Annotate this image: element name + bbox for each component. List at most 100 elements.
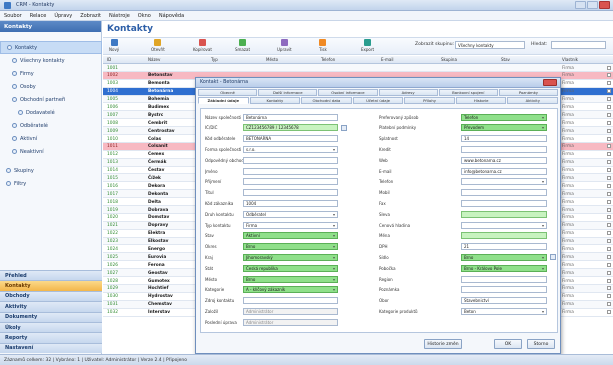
row-checkbox[interactable] [607,215,611,220]
tree-item[interactable]: Aktivní [0,132,102,145]
field-input[interactable]: Beton [461,307,547,315]
field-input[interactable]: BETONARNA [243,135,338,143]
field-input[interactable]: Administrátor [243,318,338,326]
row-checkbox[interactable] [607,65,611,70]
row-checkbox[interactable] [607,207,611,212]
field-input[interactable] [461,232,547,240]
field-input[interactable] [461,275,547,283]
nav-button[interactable]: Obchody [0,290,102,302]
menu-item[interactable]: Úpravy [54,13,72,19]
field-input[interactable]: www.betonarna.cz [461,156,547,164]
row-checkbox[interactable] [607,199,611,204]
dialog-tab[interactable]: Kontakty [249,97,301,104]
field-input[interactable]: Aktivní [243,232,338,240]
toolbar-button[interactable]: Otevřít [151,39,165,55]
row-checkbox[interactable] [607,128,611,133]
row-checkbox[interactable] [607,81,611,86]
toolbar-button[interactable]: Smazat [235,39,250,55]
field-input[interactable]: Jihomoravský [243,253,338,261]
filter-select[interactable]: Všechny kontakty [455,41,525,49]
column-header[interactable]: Skupina [441,57,457,62]
field-input[interactable]: Betonárna [243,113,338,121]
dialog-tab[interactable]: Historie [455,97,507,104]
column-header[interactable]: Vlastník [562,57,578,62]
column-header[interactable]: Název [148,57,160,62]
row-checkbox[interactable] [607,302,611,307]
row-checkbox[interactable] [607,160,611,165]
menu-item[interactable]: Nástroje [109,13,130,19]
field-input[interactable]: Brno [243,243,338,251]
nav-button[interactable]: Aktivity [0,301,102,312]
row-checkbox[interactable] [607,310,611,315]
tree-item[interactable]: Osoby [0,80,102,93]
field-input[interactable] [461,178,547,186]
dialog-tab[interactable]: Obecné [198,89,258,96]
menu-item[interactable]: Soubor [4,13,22,19]
tree-item[interactable]: Kontakty [0,41,102,54]
field-input[interactable] [243,167,338,175]
toolbar-button[interactable]: Tisk [319,39,327,55]
nav-button[interactable]: Reporty [0,332,102,343]
field-input[interactable]: Brno - Královo Pole [461,264,547,272]
column-header[interactable]: E-mail [381,57,394,62]
row-checkbox[interactable] [607,136,611,141]
tree-item[interactable]: Filtry [0,177,102,190]
field-input[interactable] [461,145,547,153]
row-checkbox[interactable] [607,97,611,102]
field-input[interactable]: info@betonarna.cz [461,167,547,175]
nav-button[interactable]: Dokumenty [0,311,102,322]
row-checkbox[interactable] [607,231,611,236]
field-input[interactable]: Administrátor [243,307,338,315]
row-checkbox[interactable] [607,223,611,228]
menu-item[interactable]: Relace [30,13,47,19]
field-input[interactable]: Odběratel [243,210,338,218]
field-input[interactable] [243,178,338,186]
column-header[interactable]: Město [266,57,278,62]
row-checkbox[interactable] [607,144,611,149]
dialog-tab[interactable]: Obchodní data [301,97,352,104]
dialog-tab[interactable]: Účetní údaje [352,97,404,104]
row-checkbox[interactable] [607,183,611,188]
field-input[interactable]: Telefon [461,113,547,121]
dialog-tab[interactable]: Adresy [378,89,438,96]
lookup-button[interactable] [341,124,347,131]
row-checkbox[interactable] [607,294,611,299]
field-input[interactable] [243,297,338,305]
lookup-button[interactable] [550,254,556,261]
field-input[interactable] [461,199,547,207]
dialog-tab[interactable]: Bankovní spojení [438,89,498,96]
field-input[interactable]: Brno [461,253,547,261]
row-checkbox[interactable] [607,120,611,125]
menu-item[interactable]: Nápověda [159,13,184,19]
row-checkbox[interactable] [607,254,611,259]
row-checkbox[interactable] [607,89,611,94]
close-button[interactable] [599,1,610,9]
nav-button[interactable]: Přehled [0,270,102,281]
field-input[interactable]: Česká republika [243,264,338,272]
toolbar-button[interactable]: Nový [109,39,119,55]
tree-item[interactable]: Všechny kontakty [0,54,102,67]
field-input[interactable]: Firma [243,221,338,229]
field-input[interactable]: Stavebnictví [461,297,547,305]
tree-item[interactable]: Firmy [0,67,102,80]
tree-item[interactable]: Odběratelé [0,119,102,132]
nav-button[interactable]: Nastavení [0,342,102,354]
minimize-button[interactable] [575,1,586,9]
row-checkbox[interactable] [607,112,611,117]
field-input[interactable] [461,221,547,229]
dialog-tab[interactable]: Osobní informace [318,89,378,96]
field-input[interactable] [243,189,338,197]
row-checkbox[interactable] [607,175,611,180]
menu-item[interactable]: Okno [138,13,151,19]
field-input[interactable]: Převodem [461,124,547,132]
history-button[interactable]: Historie změn [424,339,462,349]
row-checkbox[interactable] [607,73,611,78]
dialog-tab[interactable]: Poznámky [498,89,559,96]
field-input[interactable]: CZ123456789 / 12345678 [243,124,338,132]
field-input[interactable]: s.r.o. [243,145,338,153]
dialog-tab[interactable]: Další informace [258,89,318,96]
field-input[interactable] [461,189,547,197]
tree-item[interactable]: Neaktivní [0,145,102,158]
row-checkbox[interactable] [607,278,611,283]
column-header[interactable]: Typ [211,57,218,62]
